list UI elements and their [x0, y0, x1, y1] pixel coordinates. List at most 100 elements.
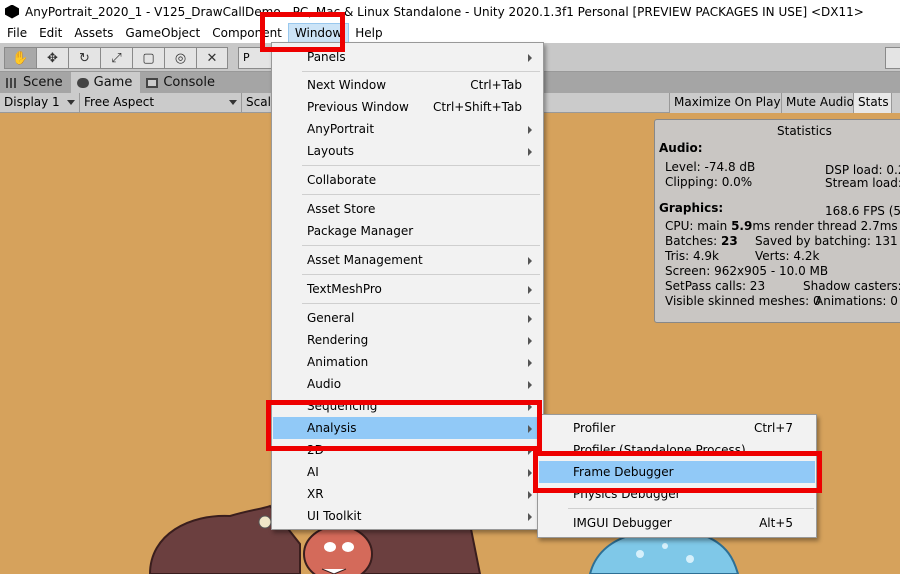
slime-spot — [636, 550, 644, 558]
menu-item-asset-store[interactable]: Asset Store — [273, 198, 542, 220]
chevron-right-icon — [528, 403, 532, 411]
tab-console[interactable]: Console — [140, 72, 223, 93]
aspect-dropdown-label: Free Aspect — [84, 95, 155, 109]
menu-item-textmeshpro[interactable]: TextMeshPro — [273, 278, 542, 300]
shortcut-label: Alt+5 — [759, 516, 793, 530]
menu-item-ai[interactable]: AI — [273, 461, 542, 483]
menu-divider — [302, 274, 540, 275]
chevron-right-icon — [528, 425, 532, 433]
unity-logo-icon — [5, 4, 19, 19]
aspect-dropdown[interactable]: Free Aspect — [80, 93, 242, 113]
menu-item-anyportrait[interactable]: AnyPortrait — [273, 118, 542, 140]
menu-item-panels[interactable]: Panels — [273, 46, 542, 68]
stats-saved-batching: Saved by batching: 131 — [755, 234, 898, 248]
stats-graphics-header: Graphics: — [659, 201, 724, 215]
stats-setpass: SetPass calls: 23 — [665, 279, 766, 293]
stats-verts: Verts: 4.2k — [755, 249, 820, 263]
stats-audio-header: Audio: — [659, 141, 703, 155]
chevron-right-icon — [528, 447, 532, 455]
tab-game[interactable]: Game — [70, 72, 141, 93]
menu-assets[interactable]: Assets — [68, 23, 119, 43]
menu-divider — [302, 303, 540, 304]
menu-item-collaborate[interactable]: Collaborate — [273, 169, 542, 191]
menu-item-asset-management[interactable]: Asset Management — [273, 249, 542, 271]
display-dropdown[interactable]: Display 1 — [0, 93, 80, 113]
chevron-down-icon — [67, 100, 75, 105]
scene-icon — [6, 77, 18, 88]
menu-item-general[interactable]: General — [273, 307, 542, 329]
stats-screen: Screen: 962x905 - 10.0 MB — [665, 264, 829, 278]
menu-item-package-manager[interactable]: Package Manager — [273, 220, 542, 242]
menu-item-analysis[interactable]: Analysis — [273, 417, 542, 439]
menu-window[interactable]: Window — [287, 23, 350, 43]
rect-tool-icon[interactable]: ▢ — [132, 47, 164, 69]
menu-file[interactable]: File — [0, 23, 33, 43]
stats-toggle[interactable]: Stats — [853, 93, 893, 113]
stats-animations: Animations: 0 — [815, 294, 898, 308]
tab-scene[interactable]: Scene — [0, 72, 71, 93]
submenu-item-physics-debugger[interactable]: Physics Debugger — [539, 483, 815, 505]
chevron-right-icon — [528, 381, 532, 389]
menu-item-sequencing[interactable]: Sequencing — [273, 395, 542, 417]
shortcut-label: Ctrl+Shift+Tab — [432, 100, 522, 114]
rotate-tool-icon[interactable]: ↻ — [68, 47, 100, 69]
stats-skinned-meshes: Visible skinned meshes: 0 — [665, 294, 821, 308]
menu-item-ui-toolkit[interactable]: UI Toolkit — [273, 505, 542, 527]
tab-game-label: Game — [93, 75, 133, 90]
chevron-right-icon — [528, 148, 532, 156]
submenu-item-frame-debugger[interactable]: Frame Debugger — [539, 461, 815, 483]
title-bar: AnyPortrait_2020_1 - V125_DrawCallDemo -… — [0, 0, 900, 23]
window-menu: Panels Next Window Ctrl+Tab Previous Wind… — [271, 42, 544, 530]
menu-item-xr[interactable]: XR — [273, 483, 542, 505]
toolbar-right-button[interactable] — [885, 47, 900, 69]
stats-fps: 168.6 FPS (5.9 — [825, 204, 900, 218]
chevron-right-icon — [528, 286, 532, 294]
menu-divider — [302, 194, 540, 195]
submenu-item-profiler[interactable]: Profiler Ctrl+7 — [539, 417, 815, 439]
shortcut-label: Ctrl+Tab — [470, 78, 522, 92]
submenu-item-profiler-standalone[interactable]: Profiler (Standalone Process) — [539, 439, 815, 461]
menu-item-next-window[interactable]: Next Window Ctrl+Tab — [273, 74, 542, 96]
chevron-down-icon — [229, 100, 237, 105]
scale-tool-icon[interactable]: ⤢ — [100, 47, 132, 69]
menu-item-2d[interactable]: 2D — [273, 439, 542, 461]
menu-item-rendering[interactable]: Rendering — [273, 329, 542, 351]
chevron-right-icon — [528, 54, 532, 62]
shortcut-label: Ctrl+7 — [753, 421, 793, 435]
console-icon — [146, 77, 159, 88]
transform-tool-icon[interactable]: ◎ — [164, 47, 196, 69]
analysis-submenu: Profiler Ctrl+7 Profiler (Standalone Proc… — [537, 414, 817, 538]
maximize-on-play-toggle[interactable]: Maximize On Play — [669, 93, 785, 113]
custom-tool-icon[interactable]: ✕ — [196, 47, 228, 69]
stats-clipping: Clipping: 0.0% — [665, 175, 753, 189]
pivot-toggle-button[interactable]: P — [238, 47, 274, 69]
menu-help[interactable]: Help — [349, 23, 388, 43]
move-tool-icon[interactable]: ✥ — [36, 47, 68, 69]
menu-divider — [302, 165, 540, 166]
menu-item-audio[interactable]: Audio — [273, 373, 542, 395]
menu-bar: File Edit Assets GameObject Component Wi… — [0, 23, 900, 43]
gizmos-button[interactable] — [891, 93, 900, 113]
stats-shadow-casters: Shadow casters: 0 — [803, 279, 900, 293]
chevron-right-icon — [528, 491, 532, 499]
menu-divider — [302, 71, 540, 72]
stats-tris: Tris: 4.9k — [665, 249, 719, 263]
bat-eye — [324, 542, 336, 552]
mute-audio-toggle[interactable]: Mute Audio — [781, 93, 858, 113]
window-title: AnyPortrait_2020_1 - V125_DrawCallDemo -… — [25, 4, 864, 19]
stats-cpu: CPU: main 5.9ms render thread 2.7ms — [665, 219, 898, 233]
stats-dsp-load: DSP load: 0.2 — [825, 163, 900, 177]
display-dropdown-label: Display 1 — [4, 95, 60, 109]
submenu-item-imgui-debugger[interactable]: IMGUI Debugger Alt+5 — [539, 512, 815, 534]
chevron-right-icon — [528, 126, 532, 134]
menu-item-previous-window[interactable]: Previous Window Ctrl+Shift+Tab — [273, 96, 542, 118]
menu-item-animation[interactable]: Animation — [273, 351, 542, 373]
chevron-right-icon — [528, 359, 532, 367]
menu-component[interactable]: Component — [206, 23, 288, 43]
menu-item-layouts[interactable]: Layouts — [273, 140, 542, 162]
menu-gameobject[interactable]: GameObject — [119, 23, 206, 43]
hand-tool-icon[interactable]: ✋ — [4, 47, 36, 69]
transform-tools: ✋ ✥ ↻ ⤢ ▢ ◎ ✕ — [4, 47, 228, 69]
tab-console-label: Console — [163, 75, 215, 90]
menu-edit[interactable]: Edit — [33, 23, 68, 43]
